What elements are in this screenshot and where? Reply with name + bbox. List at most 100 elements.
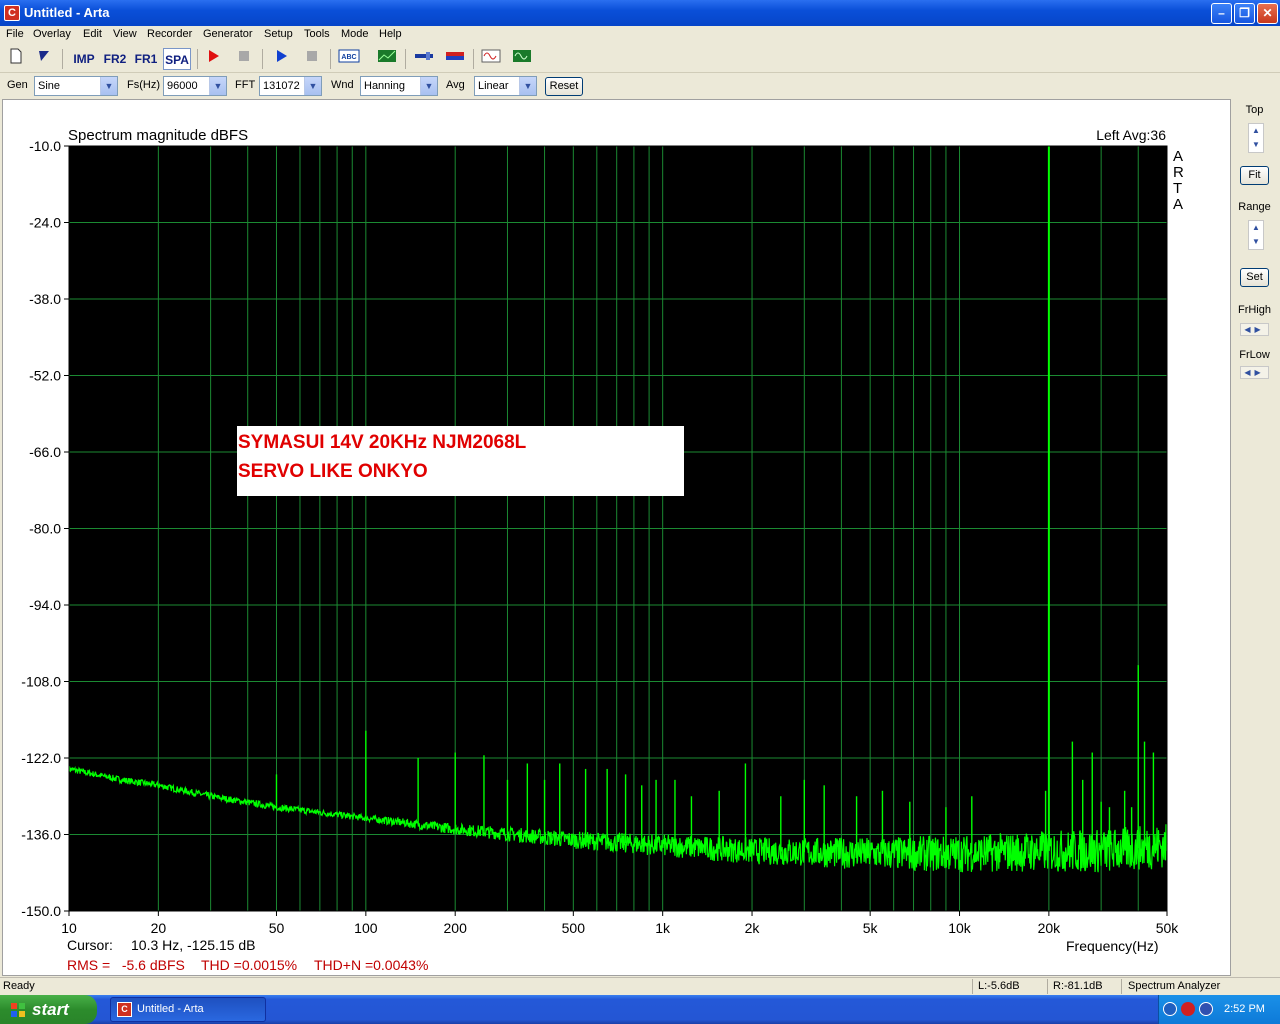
minimize-button[interactable]: –	[1211, 3, 1232, 24]
x-tick-label: 2k	[745, 920, 761, 936]
spectrum-mode-button[interactable]: SPA	[163, 48, 191, 70]
antivirus-icon[interactable]	[1199, 1002, 1213, 1016]
chart-grid-icon[interactable]	[375, 48, 399, 70]
arta-app-icon: C	[4, 5, 20, 21]
arta-watermark: ARTA	[1173, 148, 1184, 213]
y-tick-label: -136.0	[21, 827, 61, 843]
fs-label: Fs(Hz)	[127, 79, 160, 91]
menu-mode[interactable]: Mode	[341, 28, 369, 40]
parameters-bar: Gen Sine ▼ Fs(Hz) 96000 ▼ FFT 131072 ▼ W…	[0, 73, 1280, 99]
scope-icon[interactable]	[510, 48, 534, 70]
y-tick-label: -52.0	[29, 368, 61, 384]
fr1-mode-button[interactable]: FR1	[132, 48, 160, 70]
y-tick-label: -122.0	[21, 750, 61, 766]
averaging-value: Linear	[478, 80, 509, 92]
clock: 2:52 PM	[1224, 1003, 1265, 1015]
status-mode: Spectrum Analyzer	[1128, 980, 1221, 992]
title-bar: C Untitled - Arta – ❐ ✕	[0, 0, 1280, 26]
menu-generator[interactable]: Generator	[203, 28, 253, 40]
x-tick-label: 200	[444, 920, 468, 936]
impulse-mode-button[interactable]: IMP	[70, 48, 98, 70]
chevron-down-icon: ▼	[519, 77, 536, 95]
y-tick-label: -10.0	[29, 138, 61, 154]
stop-icon[interactable]	[234, 48, 254, 70]
gen-label: Gen	[7, 79, 28, 91]
y-tick-label: -108.0	[21, 674, 61, 690]
tray-arrow-icon[interactable]	[1163, 1002, 1177, 1016]
thd-readout: THD =0.0015%	[201, 957, 297, 973]
fft-size-value: 131072	[263, 80, 300, 92]
x-tick-label: 5k	[863, 920, 879, 936]
shield-icon[interactable]	[1181, 1002, 1195, 1016]
x-tick-label: 50	[269, 920, 285, 936]
menu-recorder[interactable]: Recorder	[147, 28, 192, 40]
taskbar-item-arta[interactable]: C Untitled - Arta	[110, 997, 266, 1022]
restore-button[interactable]: ❐	[1234, 3, 1255, 24]
set-button[interactable]: Set	[1240, 268, 1269, 287]
menu-tools[interactable]: Tools	[304, 28, 330, 40]
windows-flag-icon	[11, 1003, 25, 1017]
cursor-readout: 10.3 Hz, -125.15 dB	[131, 937, 256, 953]
menu-overlay[interactable]: Overlay	[33, 28, 71, 40]
taskbar: start C Untitled - Arta 2:52 PM	[0, 995, 1280, 1024]
status-ready: Ready	[3, 980, 35, 992]
start-label: start	[32, 1000, 69, 1019]
spectrum-chart-panel: Spectrum magnitude dBFS Left Avg:36 SYMA…	[2, 99, 1231, 976]
frhigh-arrows[interactable]: ◀▶	[1240, 323, 1269, 336]
generator-select[interactable]: Sine ▼	[34, 76, 118, 96]
generator-waveform-icon[interactable]	[479, 48, 503, 70]
window-select[interactable]: Hanning ▼	[360, 76, 438, 96]
window-label: Wnd	[331, 79, 354, 91]
colors-icon[interactable]	[443, 48, 467, 70]
close-button[interactable]: ✕	[1257, 3, 1278, 24]
y-tick-label: -24.0	[29, 215, 61, 231]
chevron-down-icon: ▼	[304, 77, 321, 95]
range-spinner[interactable]: ▲ ▼	[1248, 220, 1264, 250]
channel-info: Left Avg:36	[1096, 127, 1166, 143]
chevron-down-icon[interactable]: ▼	[1249, 138, 1263, 152]
reset-button[interactable]: Reset	[545, 77, 583, 96]
x-tick-label: 100	[354, 920, 378, 936]
svg-text:ABC: ABC	[341, 54, 356, 61]
fft-size-select[interactable]: 131072 ▼	[259, 76, 322, 96]
input-level-icon[interactable]	[412, 48, 436, 70]
range-label: Range	[1238, 201, 1271, 213]
top-spinner[interactable]: ▲ ▼	[1248, 123, 1264, 153]
spectrum-chart[interactable]: Spectrum magnitude dBFS Left Avg:36 SYMA…	[3, 100, 1230, 975]
menu-view[interactable]: View	[113, 28, 137, 40]
x-tick-label: 50k	[1156, 920, 1180, 936]
watermark-letter: A	[1173, 196, 1183, 213]
averaging-select[interactable]: Linear ▼	[474, 76, 537, 96]
toolbar: IMP FR2 FR1 SPA ABC	[0, 45, 1280, 73]
menu-setup[interactable]: Setup	[264, 28, 293, 40]
menu-edit[interactable]: Edit	[83, 28, 102, 40]
play-icon[interactable]	[271, 48, 291, 70]
stop-playback-icon[interactable]	[302, 48, 322, 70]
fft-label: FFT	[235, 79, 256, 91]
chevron-up-icon[interactable]: ▲	[1249, 221, 1263, 235]
chevron-down-icon: ▼	[209, 77, 226, 95]
start-button[interactable]: start	[0, 995, 97, 1024]
record-icon[interactable]	[203, 48, 223, 70]
menu-help[interactable]: Help	[379, 28, 402, 40]
x-tick-label: 10	[61, 920, 77, 936]
frlow-arrows[interactable]: ◀▶	[1240, 366, 1269, 379]
watermark-letter: A	[1173, 148, 1183, 165]
rms-readout: RMS = -5.6 dBFS	[67, 957, 185, 973]
scale-control-panel: Top ▲ ▼ Fit Range ▲ ▼ Set FrHigh ◀▶ FrLow …	[1233, 99, 1280, 976]
menu-file[interactable]: File	[6, 28, 24, 40]
y-tick-label: -94.0	[29, 597, 61, 613]
y-tick-label: -38.0	[29, 291, 61, 307]
open-file-icon[interactable]	[34, 48, 54, 70]
y-tick-label: -80.0	[29, 521, 61, 537]
chevron-down-icon: ▼	[420, 77, 437, 95]
chevron-up-icon[interactable]: ▲	[1249, 124, 1263, 138]
status-bar: Ready L:-5.6dB R:-81.1dB Spectrum Analyz…	[0, 977, 1280, 995]
fit-button[interactable]: Fit	[1240, 166, 1269, 185]
x-tick-label: 1k	[655, 920, 671, 936]
fr2-mode-button[interactable]: FR2	[101, 48, 129, 70]
new-file-icon[interactable]	[6, 48, 26, 70]
sample-rate-select[interactable]: 96000 ▼	[163, 76, 227, 96]
abc-annotate-icon[interactable]: ABC	[337, 48, 361, 70]
chevron-down-icon[interactable]: ▼	[1249, 235, 1263, 249]
